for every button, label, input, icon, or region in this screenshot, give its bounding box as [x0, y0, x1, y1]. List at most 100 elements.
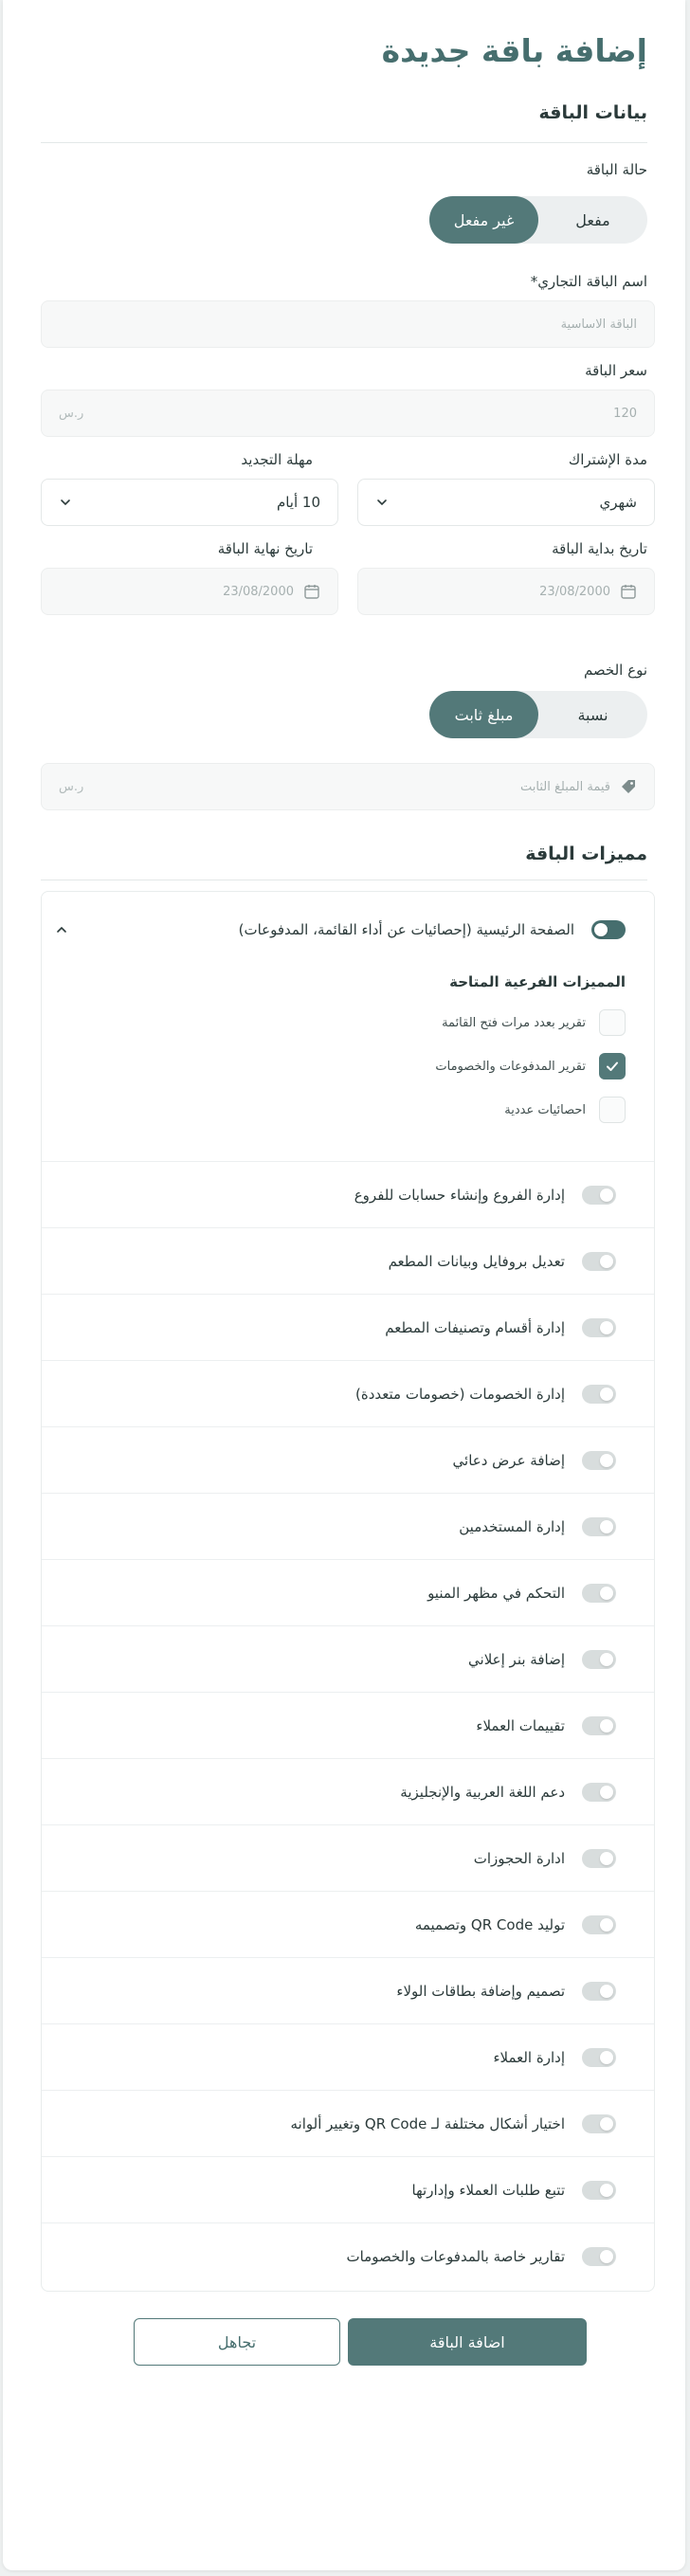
- feature-switch[interactable]: [582, 1914, 616, 1934]
- discount-type-label: نوع الخصم: [583, 662, 647, 679]
- feature-row: تقييمات العملاء: [42, 1692, 654, 1758]
- plan-status-option-inactive[interactable]: غير مفعل: [429, 196, 538, 244]
- feature-switch[interactable]: [582, 1649, 616, 1669]
- renewal-grace-select[interactable]: 10 أيام: [41, 479, 338, 526]
- feature-row: إضافة عرض دعائي: [42, 1426, 654, 1493]
- feature-label: إضافة عرض دعائي: [452, 1451, 565, 1469]
- discount-type-option-fixed[interactable]: مبلغ ثابت: [429, 691, 538, 738]
- feature-switch[interactable]: [582, 2047, 616, 2067]
- calendar-icon: [303, 583, 320, 600]
- feature-switch[interactable]: [582, 2113, 616, 2133]
- plan-status-toggle: مفعل غير مفعل: [429, 196, 647, 244]
- price-currency: ر.س: [59, 406, 84, 421]
- sub-feature-label: تقرير المدفوعات والخصومات: [435, 1059, 586, 1074]
- checkbox[interactable]: [599, 1009, 626, 1036]
- feature-label: إضافة بنر إعلاني: [468, 1650, 565, 1668]
- feature-row: تتبع طلبات العملاء وإدارتها: [42, 2156, 654, 2222]
- price-label: سعر الباقة: [585, 362, 647, 379]
- feature-label: تقارير خاصة بالمدفوعات والخصومات: [346, 2247, 565, 2265]
- trade-name-input[interactable]: الباقة الاساسية: [41, 300, 655, 348]
- feature-switch[interactable]: [582, 2180, 616, 2200]
- start-date-placeholder: 23/08/2000: [539, 584, 610, 599]
- plan-status-option-active[interactable]: مفعل: [538, 196, 647, 244]
- feature-label: دعم اللغة العربية والإنجليزية: [400, 1783, 565, 1801]
- feature-label: تتبع طلبات العملاء وإدارتها: [411, 2181, 565, 2199]
- feature-label: إدارة الفروع وإنشاء حسابات للفروع: [354, 1186, 565, 1204]
- feature-label: إدارة العملاء: [493, 2048, 565, 2066]
- feature-switch[interactable]: [582, 1583, 616, 1603]
- feature-label: تقييمات العملاء: [476, 1716, 565, 1734]
- feature-switch[interactable]: [582, 2246, 616, 2266]
- main-feature-switch[interactable]: [591, 920, 626, 939]
- add-plan-button[interactable]: اضافة الباقة: [348, 2318, 587, 2366]
- feature-row: دعم اللغة العربية والإنجليزية: [42, 1758, 654, 1824]
- sub-feature-item[interactable]: تقرير المدفوعات والخصومات: [435, 1053, 626, 1079]
- sub-feature-label: تقرير بعدد مرات فتح القائمة: [442, 1015, 586, 1030]
- price-input[interactable]: 120 ر.س: [41, 390, 655, 437]
- section-title-plan-data: بيانات الباقة: [538, 102, 647, 123]
- start-date-input[interactable]: 23/08/2000: [357, 568, 655, 615]
- check-icon: [607, 1061, 618, 1071]
- trade-name-placeholder: الباقة الاساسية: [560, 317, 637, 332]
- feature-label: إدارة المستخدمين: [459, 1517, 565, 1535]
- feature-row: ادارة الحجوزات: [42, 1824, 654, 1891]
- feature-switch[interactable]: [582, 1384, 616, 1404]
- feature-row: التحكم في مظهر المنيو: [42, 1559, 654, 1625]
- feature-switch[interactable]: [582, 1981, 616, 2001]
- subscription-period-label: مدة الإشتراك: [568, 451, 647, 468]
- end-date-input[interactable]: 23/08/2000: [41, 568, 338, 615]
- feature-label: توليد QR Code وتصميمه: [414, 1915, 565, 1933]
- start-date-label: تاريخ بداية الباقة: [552, 540, 647, 557]
- feature-switch[interactable]: [582, 1782, 616, 1802]
- discount-type-option-percent[interactable]: نسبة: [538, 691, 647, 738]
- plan-status-label: حالة الباقة: [586, 161, 647, 178]
- sub-feature-item[interactable]: تقرير بعدد مرات فتح القائمة: [442, 1009, 626, 1036]
- chevron-down-icon: [375, 496, 389, 509]
- cancel-button[interactable]: تجاهل: [134, 2318, 340, 2366]
- sub-feature-label: احصائيات عددية: [504, 1102, 586, 1117]
- feature-label: التحكم في مظهر المنيو: [427, 1584, 565, 1602]
- feature-row: إدارة الخصومات (خصومات متعددة): [42, 1360, 654, 1426]
- main-feature-label: الصفحة الرئيسية (إحصائيات عن أداء القائم…: [238, 921, 574, 938]
- end-date-placeholder: 23/08/2000: [223, 584, 294, 599]
- subscription-period-select[interactable]: شهري: [357, 479, 655, 526]
- section-title-features: مميزات الباقة: [525, 844, 647, 864]
- page-container: إضافة باقة جديدة بيانات الباقة حالة البا…: [3, 0, 685, 2570]
- calendar-icon: [620, 583, 637, 600]
- feature-switch[interactable]: [582, 1251, 616, 1271]
- discount-type-toggle: نسبة مبلغ ثابت: [429, 691, 647, 738]
- fixed-amount-currency: ر.س: [59, 779, 84, 794]
- feature-label: اختيار أشكال مختلفة لـ QR Code وتغيير أل…: [290, 2114, 565, 2132]
- feature-switch[interactable]: [582, 1185, 616, 1205]
- chevron-down-icon: [59, 496, 72, 509]
- chevron-up-icon[interactable]: [53, 922, 68, 937]
- feature-label: تعديل بروفايل وبيانات المطعم: [388, 1252, 565, 1270]
- feature-switch[interactable]: [582, 1848, 616, 1868]
- page-title: إضافة باقة جديدة: [381, 32, 647, 69]
- feature-row: تقارير خاصة بالمدفوعات والخصومات: [42, 2222, 654, 2289]
- checkbox[interactable]: [599, 1097, 626, 1123]
- main-feature-row: الصفحة الرئيسية (إحصائيات عن أداء القائم…: [42, 916, 654, 943]
- feature-switch[interactable]: [582, 1450, 616, 1470]
- sub-feature-item[interactable]: احصائيات عددية: [504, 1097, 626, 1123]
- feature-row: إضافة بنر إعلاني: [42, 1625, 654, 1692]
- divider: [41, 142, 647, 143]
- feature-label: ادارة الحجوزات: [473, 1849, 565, 1867]
- feature-row: اختيار أشكال مختلفة لـ QR Code وتغيير أل…: [42, 2090, 654, 2156]
- end-date-label: تاريخ نهاية الباقة: [217, 540, 313, 557]
- feature-row: تعديل بروفايل وبيانات المطعم: [42, 1227, 654, 1294]
- price-placeholder: 120: [613, 406, 637, 421]
- checkbox[interactable]: [599, 1053, 626, 1079]
- feature-row: إدارة أقسام وتصنيفات المطعم: [42, 1294, 654, 1360]
- feature-row: توليد QR Code وتصميمه: [42, 1891, 654, 1957]
- feature-switch[interactable]: [582, 1516, 616, 1536]
- renewal-grace-label: مهلة التجديد: [241, 451, 313, 468]
- price-tag-icon: [620, 778, 637, 795]
- features-box: الصفحة الرئيسية (إحصائيات عن أداء القائم…: [41, 891, 655, 2292]
- feature-row: إدارة الفروع وإنشاء حسابات للفروع: [42, 1161, 654, 1227]
- feature-switch[interactable]: [582, 1317, 616, 1337]
- trade-name-label: اسم الباقة التجاري*: [530, 273, 647, 290]
- feature-row: إدارة المستخدمين: [42, 1493, 654, 1559]
- feature-switch[interactable]: [582, 1715, 616, 1735]
- fixed-amount-input[interactable]: قيمة المبلغ الثابت ر.س: [41, 763, 655, 810]
